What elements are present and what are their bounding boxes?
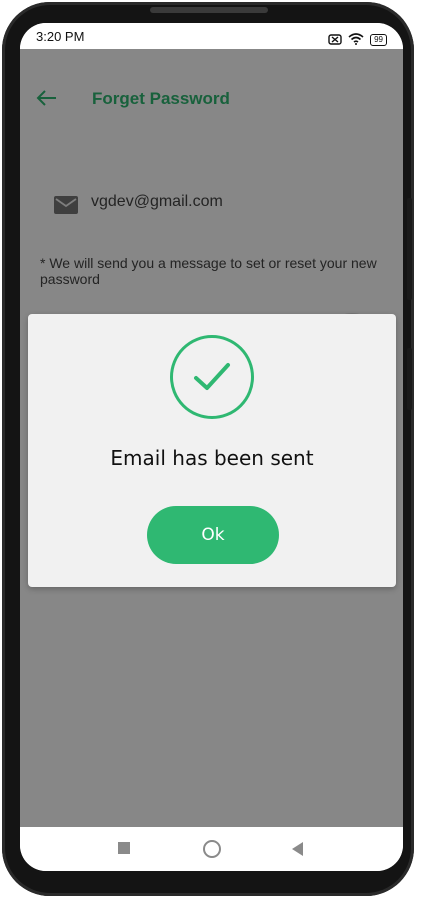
check-circle-icon (169, 334, 255, 424)
volume-button (407, 198, 412, 300)
status-time: 3:20 PM (36, 29, 85, 44)
home-icon[interactable] (203, 840, 221, 858)
back-icon[interactable] (292, 841, 304, 860)
notification-off-icon (328, 30, 342, 49)
power-button (407, 348, 412, 410)
wifi-icon (348, 30, 364, 49)
success-dialog: Email has been sent Ok (28, 314, 396, 587)
status-icons: 99 (328, 30, 387, 49)
phone-frame: 3:20 PM 99 Forget Password vgdev@gmail.c… (2, 2, 414, 896)
screen: 3:20 PM 99 Forget Password vgdev@gmail.c… (20, 23, 403, 871)
system-nav-bar (20, 827, 403, 871)
status-bar: 3:20 PM 99 (20, 23, 403, 49)
recent-apps-icon[interactable] (118, 842, 130, 854)
ok-button[interactable]: Ok (147, 506, 279, 564)
speaker-grille (150, 7, 268, 13)
battery-icon: 99 (370, 33, 387, 46)
dialog-message: Email has been sent (110, 446, 314, 470)
